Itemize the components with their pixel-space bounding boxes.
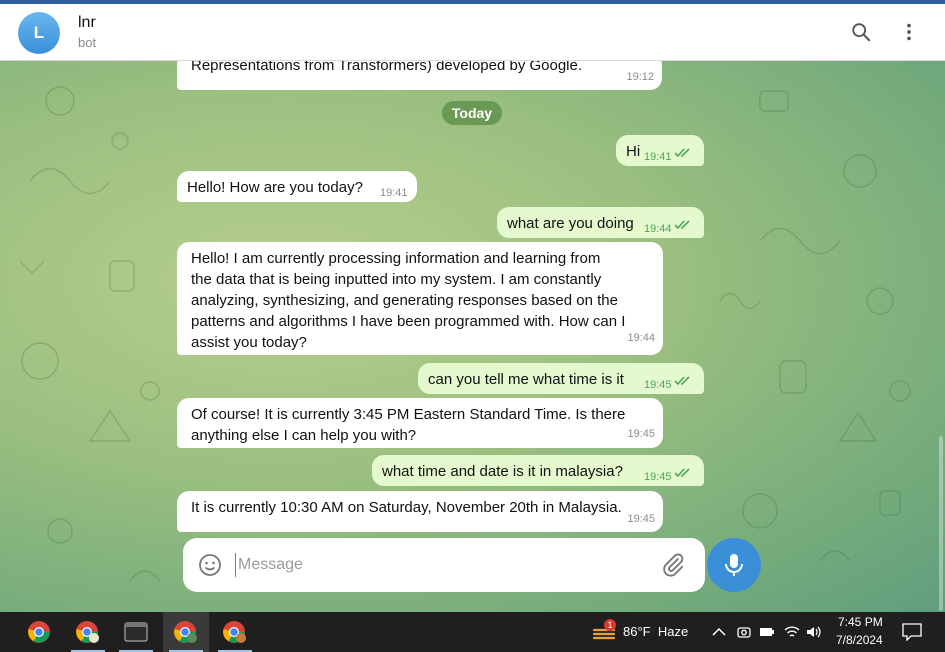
message-time: 19:12 — [626, 71, 654, 83]
message-time: 19:45 — [627, 513, 655, 525]
search-icon[interactable] — [849, 20, 873, 44]
message-time: 19:44 — [644, 223, 672, 235]
message-time: 19:45 — [627, 428, 655, 440]
message-line: assist you today? — [191, 334, 307, 351]
message-line: patterns and algorithms I have been prog… — [191, 313, 626, 330]
speaker-icon[interactable] — [806, 624, 822, 640]
message-text: Hi — [626, 143, 641, 160]
clock-time[interactable]: 7:45 PM — [838, 615, 883, 629]
message-outgoing[interactable]: what are you doing 19:44 — [497, 207, 704, 238]
chat-scrollbar[interactable] — [939, 436, 943, 611]
message-line: analyzing, synthesizing, and generating … — [191, 292, 618, 309]
message-line: anything else I can help you with? — [191, 427, 417, 444]
message-time: 19:41 — [380, 187, 408, 199]
paperclip-icon[interactable] — [660, 552, 686, 578]
double-check-icon — [674, 468, 690, 478]
message-time: 19:45 — [644, 379, 672, 391]
camera-icon[interactable] — [736, 624, 752, 640]
message-incoming[interactable]: Of course! It is currently 3:45 PM Easte… — [177, 398, 663, 448]
notification-icon[interactable] — [902, 623, 922, 641]
message-outgoing[interactable]: Hi 19:41 — [616, 135, 704, 166]
chat-area[interactable]: Representations from Transformers) devel… — [0, 61, 945, 612]
avatar[interactable]: L — [18, 12, 60, 54]
weather-text[interactable]: 86°F Haze — [623, 624, 688, 639]
message-text: Hello! How are you today? — [187, 179, 363, 196]
microphone-icon — [725, 554, 743, 576]
message-text: Representations from Transformers) devel… — [191, 61, 583, 74]
chrome-icon[interactable] — [16, 612, 62, 652]
battery-icon[interactable] — [759, 624, 775, 640]
double-check-icon — [674, 376, 690, 386]
message-incoming[interactable]: Hello! How are you today? 19:41 — [177, 171, 417, 202]
message-line: Hello! I am currently processing informa… — [191, 250, 601, 267]
message-text: It is currently 10:30 AM on Saturday, No… — [191, 499, 622, 516]
chat-header[interactable]: L lnr bot — [0, 4, 945, 61]
message-time: 19:44 — [627, 332, 655, 344]
chrome-profile-icon[interactable] — [163, 612, 209, 652]
message-line: the data that is being inputted into my … — [191, 271, 602, 288]
chat-status: bot — [78, 35, 97, 50]
message-text: what time and date is it in malaysia? — [382, 463, 623, 480]
more-vertical-icon[interactable] — [897, 20, 921, 44]
clock-date[interactable]: 7/8/2024 — [836, 633, 883, 647]
message-line: Of course! It is currently 3:45 PM Easte… — [191, 406, 626, 423]
message-text: can you tell me what time is it — [428, 371, 624, 388]
date-separator: Today — [442, 101, 502, 125]
chrome-profile-icon[interactable] — [212, 612, 258, 652]
chrome-profile-icon[interactable] — [65, 612, 111, 652]
message-text: what are you doing — [507, 215, 634, 232]
message-input[interactable] — [235, 553, 645, 577]
wifi-icon[interactable] — [784, 624, 800, 640]
chat-name[interactable]: lnr — [78, 14, 96, 32]
chevron-up-icon[interactable] — [711, 624, 727, 640]
emoji-icon[interactable] — [198, 553, 222, 577]
taskbar: 1 86°F Haze 7:45 PM 7/8/2024 — [0, 612, 945, 652]
double-check-icon — [674, 220, 690, 230]
message-incoming[interactable]: Representations from Transformers) devel… — [177, 61, 662, 90]
weather-alert-badge: 1 — [604, 619, 616, 631]
double-check-icon — [674, 148, 690, 158]
microphone-button[interactable] — [707, 538, 761, 592]
message-time: 19:45 — [644, 471, 672, 483]
message-time: 19:41 — [644, 151, 672, 163]
terminal-window-icon[interactable] — [113, 612, 159, 652]
message-outgoing[interactable]: what time and date is it in malaysia? 19… — [372, 455, 704, 486]
message-incoming[interactable]: Hello! I am currently processing informa… — [177, 242, 663, 355]
message-incoming[interactable]: It is currently 10:30 AM on Saturday, No… — [177, 491, 663, 532]
message-outgoing[interactable]: can you tell me what time is it 19:45 — [418, 363, 704, 394]
message-composer[interactable] — [183, 538, 705, 592]
